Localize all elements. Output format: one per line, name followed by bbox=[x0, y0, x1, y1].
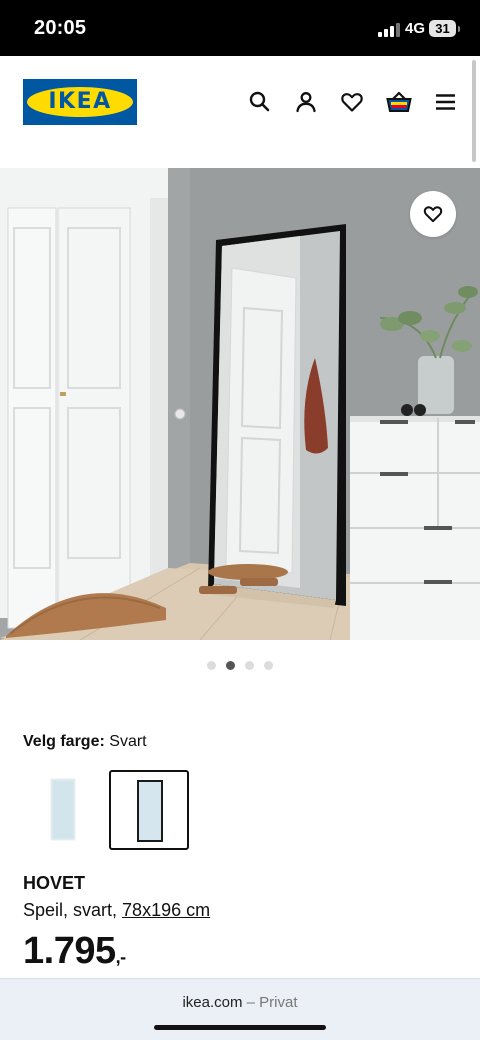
price-suffix: ,- bbox=[115, 947, 127, 967]
color-swatch-black[interactable] bbox=[109, 770, 189, 850]
menu-icon[interactable] bbox=[433, 89, 459, 115]
product-price: 1.795,- bbox=[23, 930, 126, 973]
battery-level: 31 bbox=[435, 21, 450, 36]
heart-icon bbox=[423, 206, 443, 223]
heart-icon[interactable] bbox=[339, 89, 365, 115]
logo-text: IKEA bbox=[48, 89, 112, 114]
url-domain: ikea.com bbox=[182, 994, 243, 1011]
url-display[interactable]: ikea.com – Privat bbox=[0, 994, 480, 1011]
cellular-signal-icon bbox=[378, 23, 402, 37]
product-image[interactable] bbox=[0, 168, 480, 640]
account-icon[interactable] bbox=[293, 89, 319, 115]
product-description: Speil, svart, 78x196 cm bbox=[23, 900, 210, 921]
ikea-logo[interactable]: IKEA bbox=[23, 79, 137, 125]
product-size-link[interactable]: 78x196 cm bbox=[122, 900, 210, 920]
search-icon[interactable] bbox=[247, 89, 273, 115]
carousel-dot[interactable] bbox=[207, 661, 216, 670]
home-indicator[interactable] bbox=[154, 1025, 326, 1030]
product-name: HOVET bbox=[23, 873, 86, 893]
selected-color-value: Svart bbox=[109, 733, 147, 750]
private-mode-label: – Privat bbox=[246, 994, 298, 1011]
add-to-favourites-button[interactable] bbox=[410, 191, 456, 237]
battery-icon: 31 bbox=[429, 20, 460, 37]
site-header: IKEA bbox=[0, 56, 480, 168]
price-value: 1.795 bbox=[23, 930, 116, 972]
carousel-dot-active[interactable] bbox=[226, 661, 235, 670]
page-scrollbar[interactable] bbox=[472, 60, 476, 162]
carousel-dot[interactable] bbox=[245, 661, 254, 670]
status-bar: 20:05 4G 31 bbox=[0, 0, 480, 56]
carousel-dot[interactable] bbox=[264, 661, 273, 670]
network-type: 4G bbox=[405, 20, 426, 37]
status-time: 20:05 bbox=[34, 17, 87, 39]
color-label: Velg farge: bbox=[23, 733, 105, 750]
basket-icon[interactable] bbox=[385, 89, 412, 115]
color-selection-label: Velg farge: Svart bbox=[23, 733, 147, 751]
product-description-text: Speil, svart, bbox=[23, 900, 123, 920]
browser-address-bar[interactable]: ikea.com – Privat bbox=[0, 978, 480, 1040]
color-swatch-white[interactable] bbox=[24, 770, 100, 846]
